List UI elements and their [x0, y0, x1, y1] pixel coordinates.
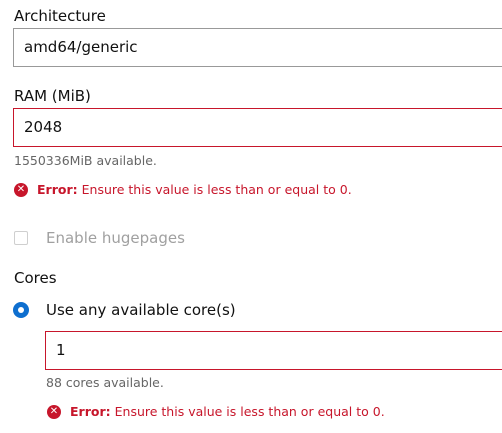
cores-help-text: 88 cores available.	[46, 375, 164, 390]
cores-error-message: Ensure this value is less than or equal …	[114, 404, 385, 419]
cores-error-title: Error:	[70, 404, 111, 419]
architecture-label: Architecture	[14, 7, 106, 25]
error-icon: ✕	[14, 183, 28, 197]
architecture-field[interactable]: amd64/generic	[13, 28, 502, 67]
error-icon: ✕	[47, 405, 61, 419]
ram-label: RAM (MiB)	[14, 87, 91, 105]
hugepages-checkbox[interactable]	[14, 231, 28, 245]
cores-input[interactable]: 1	[45, 331, 502, 370]
ram-help-text: 1550336MiB available.	[14, 153, 157, 168]
cores-error: ✕ Error: Ensure this value is less than …	[47, 404, 385, 420]
radio-selected-icon[interactable]	[13, 302, 29, 318]
ram-error-title: Error:	[37, 182, 78, 197]
ram-error: ✕ Error: Ensure this value is less than …	[14, 182, 352, 198]
cores-option-label[interactable]: Use any available core(s)	[46, 300, 236, 320]
ram-error-message: Ensure this value is less than or equal …	[81, 182, 352, 197]
ram-input[interactable]: 2048	[13, 108, 502, 147]
cores-label: Cores	[14, 269, 57, 287]
hugepages-label: Enable hugepages	[46, 229, 185, 247]
